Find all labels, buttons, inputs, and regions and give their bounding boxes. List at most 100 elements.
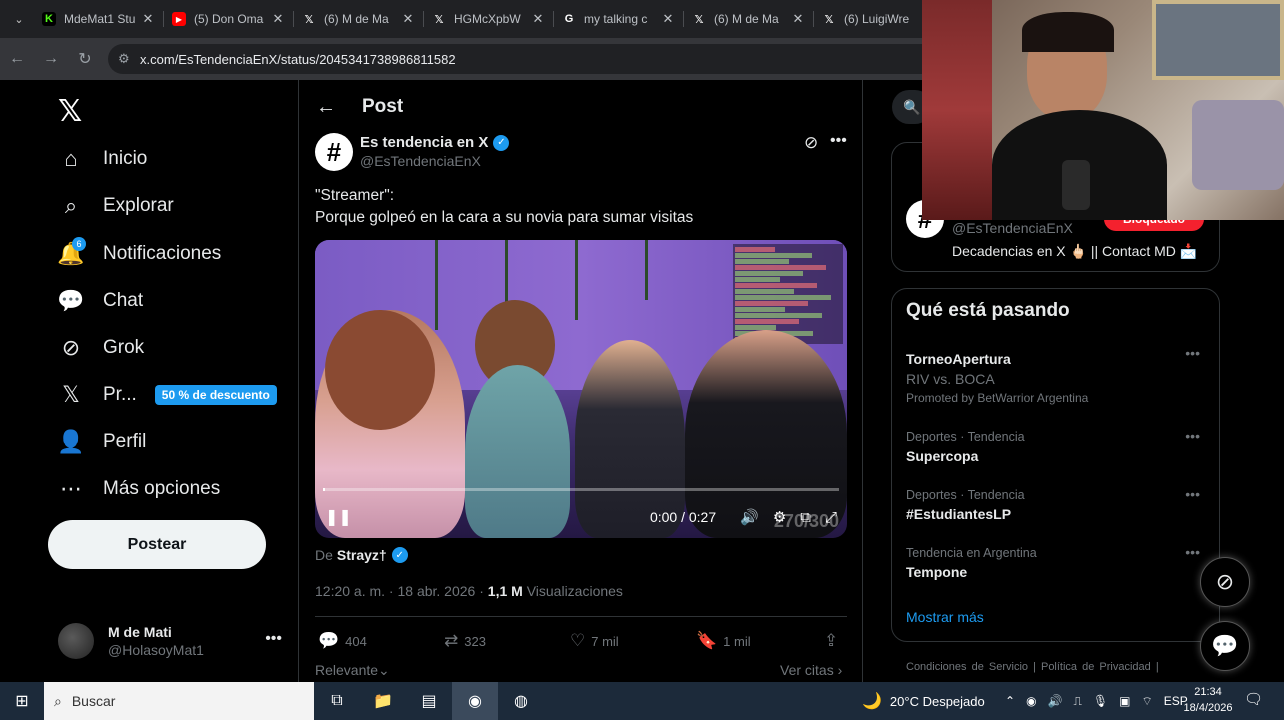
sidebar-item-explorar[interactable]: ⌕ Explorar xyxy=(56,186,174,226)
chevron-up-icon[interactable]: ⌃ xyxy=(1005,694,1015,708)
browser-tab[interactable]: Gmy talking c ✕ xyxy=(554,0,684,38)
video-chat-overlay xyxy=(733,244,843,344)
microphone-icon[interactable]: 🎙 xyxy=(1093,694,1108,708)
app-icon[interactable]: ▤ xyxy=(406,682,452,720)
browser-tab[interactable]: 𝕏 (6) M de Ma ✕ xyxy=(294,0,424,38)
task-view-icon[interactable]: ⧉ xyxy=(314,682,360,720)
forward-arrow-icon[interactable]: → xyxy=(34,42,68,76)
more-dots-icon[interactable]: ••• xyxy=(1185,428,1200,444)
author-name-row[interactable]: Es tendencia en X ✓ xyxy=(360,134,510,151)
sidebar-item-grok[interactable]: ⊘ Grok xyxy=(56,328,144,368)
close-icon[interactable]: ✕ xyxy=(660,11,676,27)
close-icon[interactable]: ✕ xyxy=(400,11,416,27)
pause-icon[interactable]: ❚❚ xyxy=(325,507,352,527)
post-actions: 💬 404 ⇄ 323 ♡ 7 mil 🔖 1 mil ⇪ xyxy=(318,630,846,652)
trends-panel xyxy=(891,288,1220,642)
post-button[interactable]: Postear xyxy=(48,520,266,569)
more-dots-icon[interactable]: ••• xyxy=(1185,345,1200,361)
more-dots-icon[interactable]: ••• xyxy=(1185,544,1200,560)
sort-label: Relevante xyxy=(315,662,379,678)
chat-line xyxy=(735,289,794,294)
close-icon[interactable]: ✕ xyxy=(140,11,156,27)
trend-item[interactable]: Tendencia en Argentina Tempone ••• xyxy=(906,544,1206,580)
trend-item[interactable]: TorneoApertura RIV vs. BOCA Promoted by Be… xyxy=(906,345,1206,405)
sidebar-item-chat[interactable]: 💬 Chat xyxy=(56,281,143,321)
obs-icon[interactable]: ◍ xyxy=(498,682,544,720)
profile-card-handle[interactable]: @EsTendenciaEnX xyxy=(952,220,1073,236)
tray-app-icon[interactable]: ◉ xyxy=(1026,694,1036,708)
author-avatar[interactable]: # xyxy=(315,133,353,171)
close-icon[interactable]: ✕ xyxy=(270,11,286,27)
chat-line xyxy=(735,301,808,306)
post-timestamp[interactable]: 12:20 a. m. · 18 abr. 2026 · xyxy=(315,583,484,599)
more-dots-icon[interactable]: ••• xyxy=(265,630,282,648)
trend-context: Deportes · Tendencia xyxy=(906,430,1025,444)
promoted-label: Promoted by BetWarrior Argentina xyxy=(906,391,1089,405)
video-player[interactable]: ❚❚ 0:00 / 0:27 🔊 ⚙ ⧉ ⤢ 270/300 xyxy=(315,240,847,538)
moon-icon: 🌙 xyxy=(862,693,882,710)
tab-title: (5) Don Oma xyxy=(194,12,264,26)
repost-button[interactable]: ⇄ 323 xyxy=(444,631,570,651)
bookmark-button[interactable]: 🔖 1 mil xyxy=(696,631,824,651)
share-button[interactable]: ⇪ xyxy=(824,631,844,651)
chrome-icon[interactable]: ◉ xyxy=(452,682,498,720)
browser-tab[interactable]: K MdeMat1 Stu ✕ xyxy=(34,0,164,38)
close-icon[interactable]: ✕ xyxy=(530,11,546,27)
trend-item[interactable]: Deportes · Tendencia #EstudiantesLP ••• xyxy=(906,486,1206,522)
author-handle[interactable]: @EsTendenciaEnX xyxy=(360,153,481,169)
tab-search-button[interactable]: ⌄ xyxy=(4,4,34,34)
more-dots-icon[interactable]: ••• xyxy=(830,132,847,150)
sidebar-item-notificaciones[interactable]: 🔔 6 Notificaciones xyxy=(56,234,221,274)
file-explorer-icon[interactable]: 📁 xyxy=(360,682,406,720)
browser-tab[interactable]: 𝕏 (6) M de Ma ✕ xyxy=(684,0,814,38)
taskbar-clock[interactable]: 21:34 18/4/2026 xyxy=(1180,684,1236,716)
notification-icon[interactable]: 🗨 xyxy=(1244,690,1263,708)
site-info-icon[interactable]: ⚙ xyxy=(118,51,140,67)
account-switcher[interactable]: M de Mati @HolasoyMat1 ••• xyxy=(58,618,288,664)
speaker-icon[interactable]: 🔊 xyxy=(1048,694,1063,708)
tray-app-icon[interactable]: ▣ xyxy=(1119,694,1130,708)
url-text: x.com/EsTendenciaEnX/status/204534173898… xyxy=(140,51,456,67)
view-quotes-link[interactable]: Ver citas › xyxy=(780,662,842,678)
browser-tab[interactable]: ▶ (5) Don Oma ✕ xyxy=(164,0,294,38)
taskbar-search[interactable]: ⌕ Buscar xyxy=(44,682,314,720)
reload-icon[interactable]: ↻ xyxy=(68,42,102,76)
like-button[interactable]: ♡ 7 mil xyxy=(570,631,696,651)
back-arrow-icon[interactable]: ← xyxy=(316,96,336,119)
webcam-detail xyxy=(1022,12,1114,52)
windows-start-icon[interactable]: ⊞ xyxy=(0,682,44,720)
wifi-icon[interactable]: ⌔ xyxy=(1141,694,1152,709)
messages-fab-icon[interactable]: 💬 xyxy=(1200,621,1250,671)
grok-icon: ⊘ xyxy=(61,335,81,360)
replies-sort-dropdown[interactable]: Relevante⌄ xyxy=(315,662,390,679)
chat-line xyxy=(735,295,831,300)
clock-time: 21:34 xyxy=(1194,686,1222,698)
sidebar-item-perfil[interactable]: 👤 Perfil xyxy=(56,422,146,462)
video-progress-bar[interactable] xyxy=(323,488,839,491)
show-more-link[interactable]: Mostrar más xyxy=(906,609,984,625)
back-arrow-icon[interactable]: ← xyxy=(0,42,34,76)
page-title: Post xyxy=(362,96,404,117)
sidebar-item-label: Notificaciones xyxy=(103,243,222,264)
browser-tab[interactable]: 𝕏 HGMcXpbW ✕ xyxy=(424,0,554,38)
sidebar-item-inicio[interactable]: ⌂ Inicio xyxy=(56,139,147,179)
volume-icon[interactable]: 🔊 xyxy=(740,508,759,526)
close-icon[interactable]: ✕ xyxy=(790,11,806,27)
grok-icon[interactable]: ⊘ xyxy=(804,133,818,153)
network-icon[interactable]: ⎍ xyxy=(1074,694,1082,709)
x-logo-icon[interactable]: 𝕏 xyxy=(58,94,82,129)
trend-item[interactable]: Deportes · Tendencia Supercopa ••• xyxy=(906,428,1206,464)
weather-widget[interactable]: 🌙 20°C Despejado xyxy=(862,682,985,720)
sidebar-item-más-opciones[interactable]: ⋯ Más opciones xyxy=(56,469,220,509)
webcam-detail xyxy=(1152,0,1284,80)
footer-links[interactable]: Condiciones de Servicio | Política de Pr… xyxy=(906,661,1159,673)
grok-fab-icon[interactable]: ⊘ xyxy=(1200,557,1250,607)
more-dots-icon[interactable]: ••• xyxy=(1185,486,1200,502)
bookmark-icon: 🔖 xyxy=(696,631,718,650)
profile-card-bio: Decadencias en X 🖕🏻 || Contact MD 📩 xyxy=(952,243,1198,259)
reply-button[interactable]: 💬 404 xyxy=(318,631,444,651)
post-header: ← Post xyxy=(316,92,403,122)
trend-name: TorneoApertura xyxy=(906,351,1011,367)
source-user[interactable]: Strayz† xyxy=(337,547,387,563)
sidebar-item-pr[interactable]: 𝕏 Pr... 50 % de descuento xyxy=(56,375,277,415)
